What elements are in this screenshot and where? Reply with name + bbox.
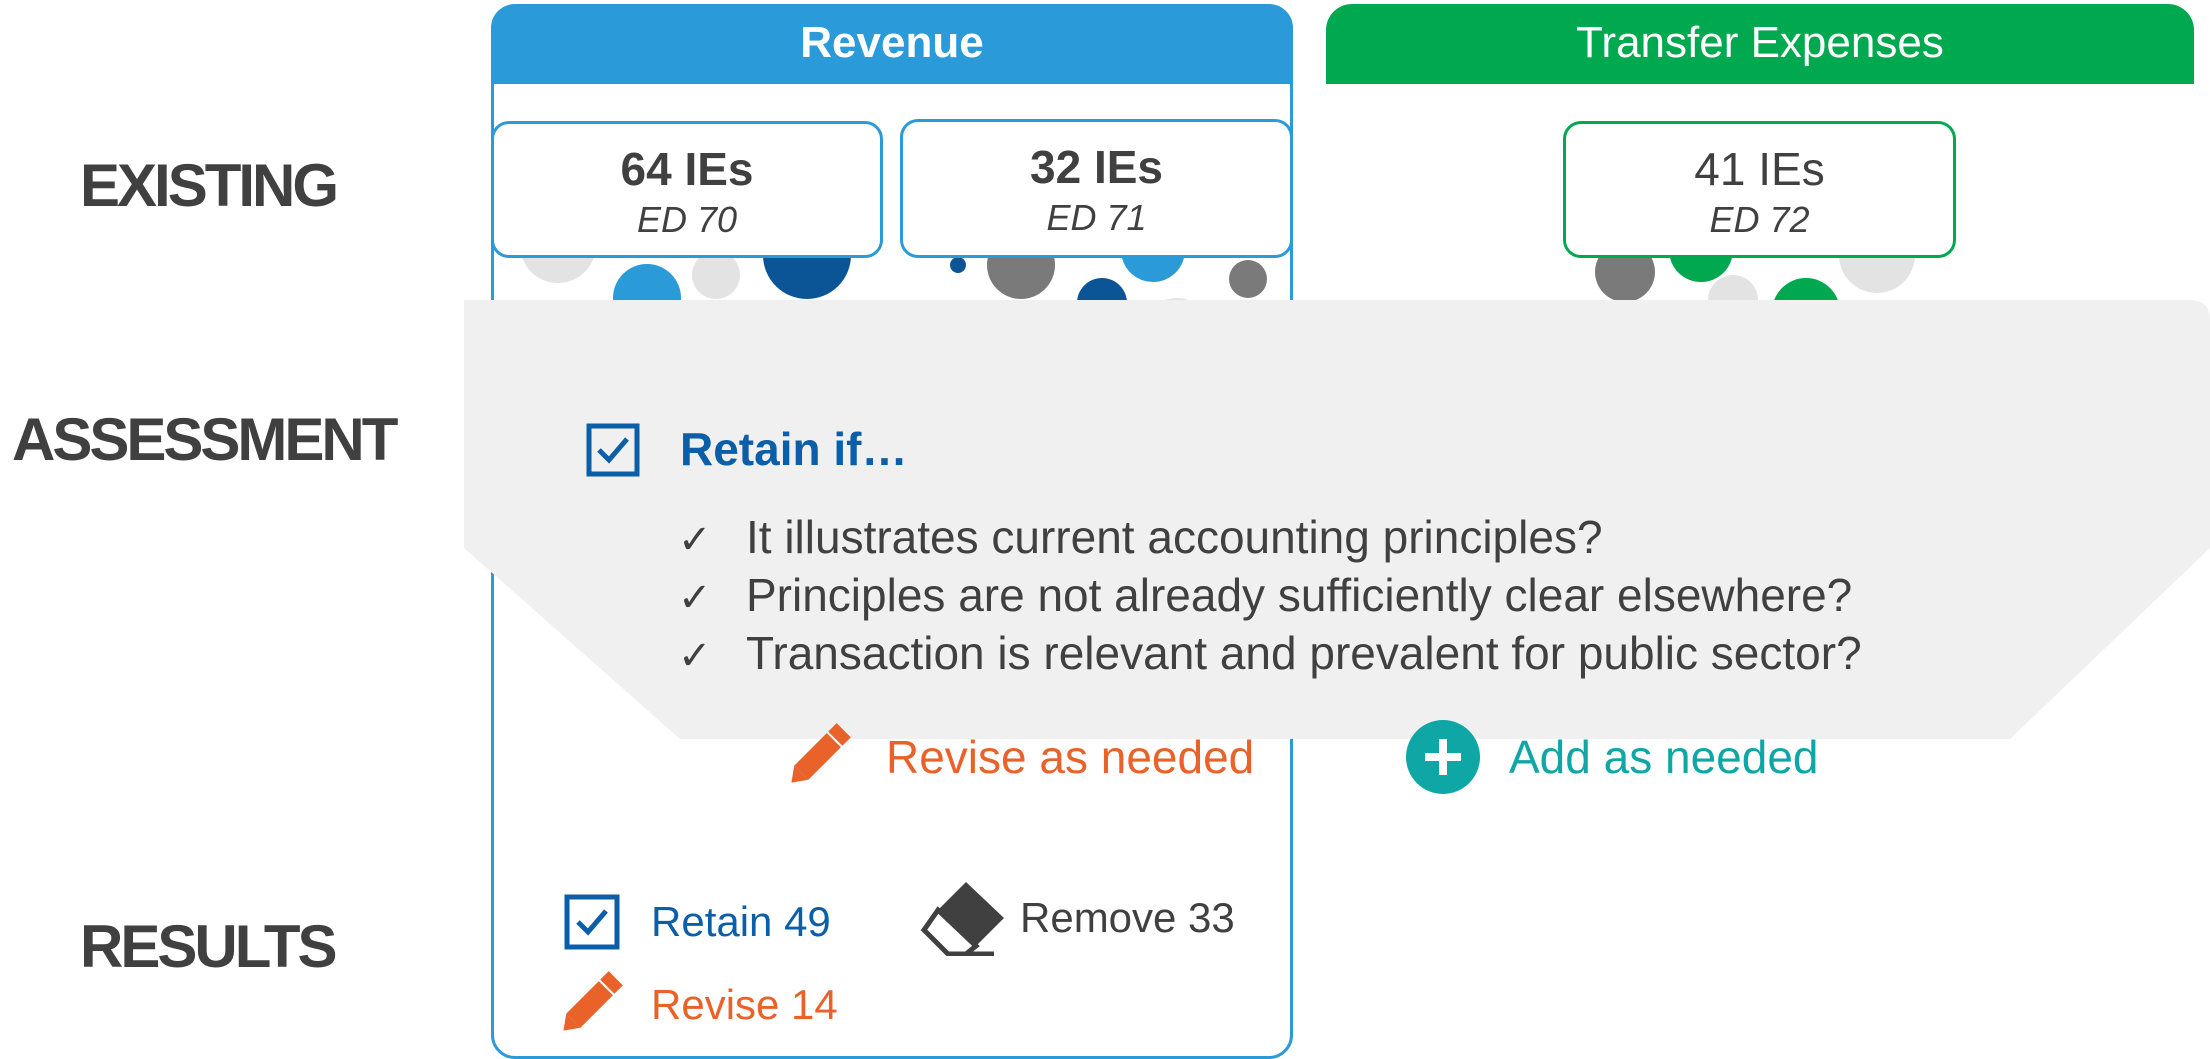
assessment-title: Retain if… <box>680 423 908 475</box>
criterion-text: Principles are not already sufficiently … <box>746 569 1853 621</box>
plus-circle-icon <box>1406 720 1480 794</box>
checkbox-icon <box>586 423 640 477</box>
criterion-text: It illustrates current accounting princi… <box>746 511 1603 563</box>
criterion-text: Transaction is relevant and prevalent fo… <box>746 627 1862 679</box>
criterion-item: ✓ It illustrates current accounting princ… <box>678 510 1603 564</box>
criterion-item: ✓ Transaction is relevant and prevalent f… <box>678 626 1862 680</box>
pencil-icon <box>791 723 851 783</box>
criterion-item: ✓ Principles are not already sufficiently… <box>678 568 1852 622</box>
add-action: Add as needed <box>1509 731 1819 783</box>
check-mark-icon: ✓ <box>678 634 712 678</box>
check-mark-icon: ✓ <box>678 518 712 562</box>
check-mark-icon: ✓ <box>678 576 712 620</box>
revise-action: Revise as needed <box>886 731 1255 783</box>
